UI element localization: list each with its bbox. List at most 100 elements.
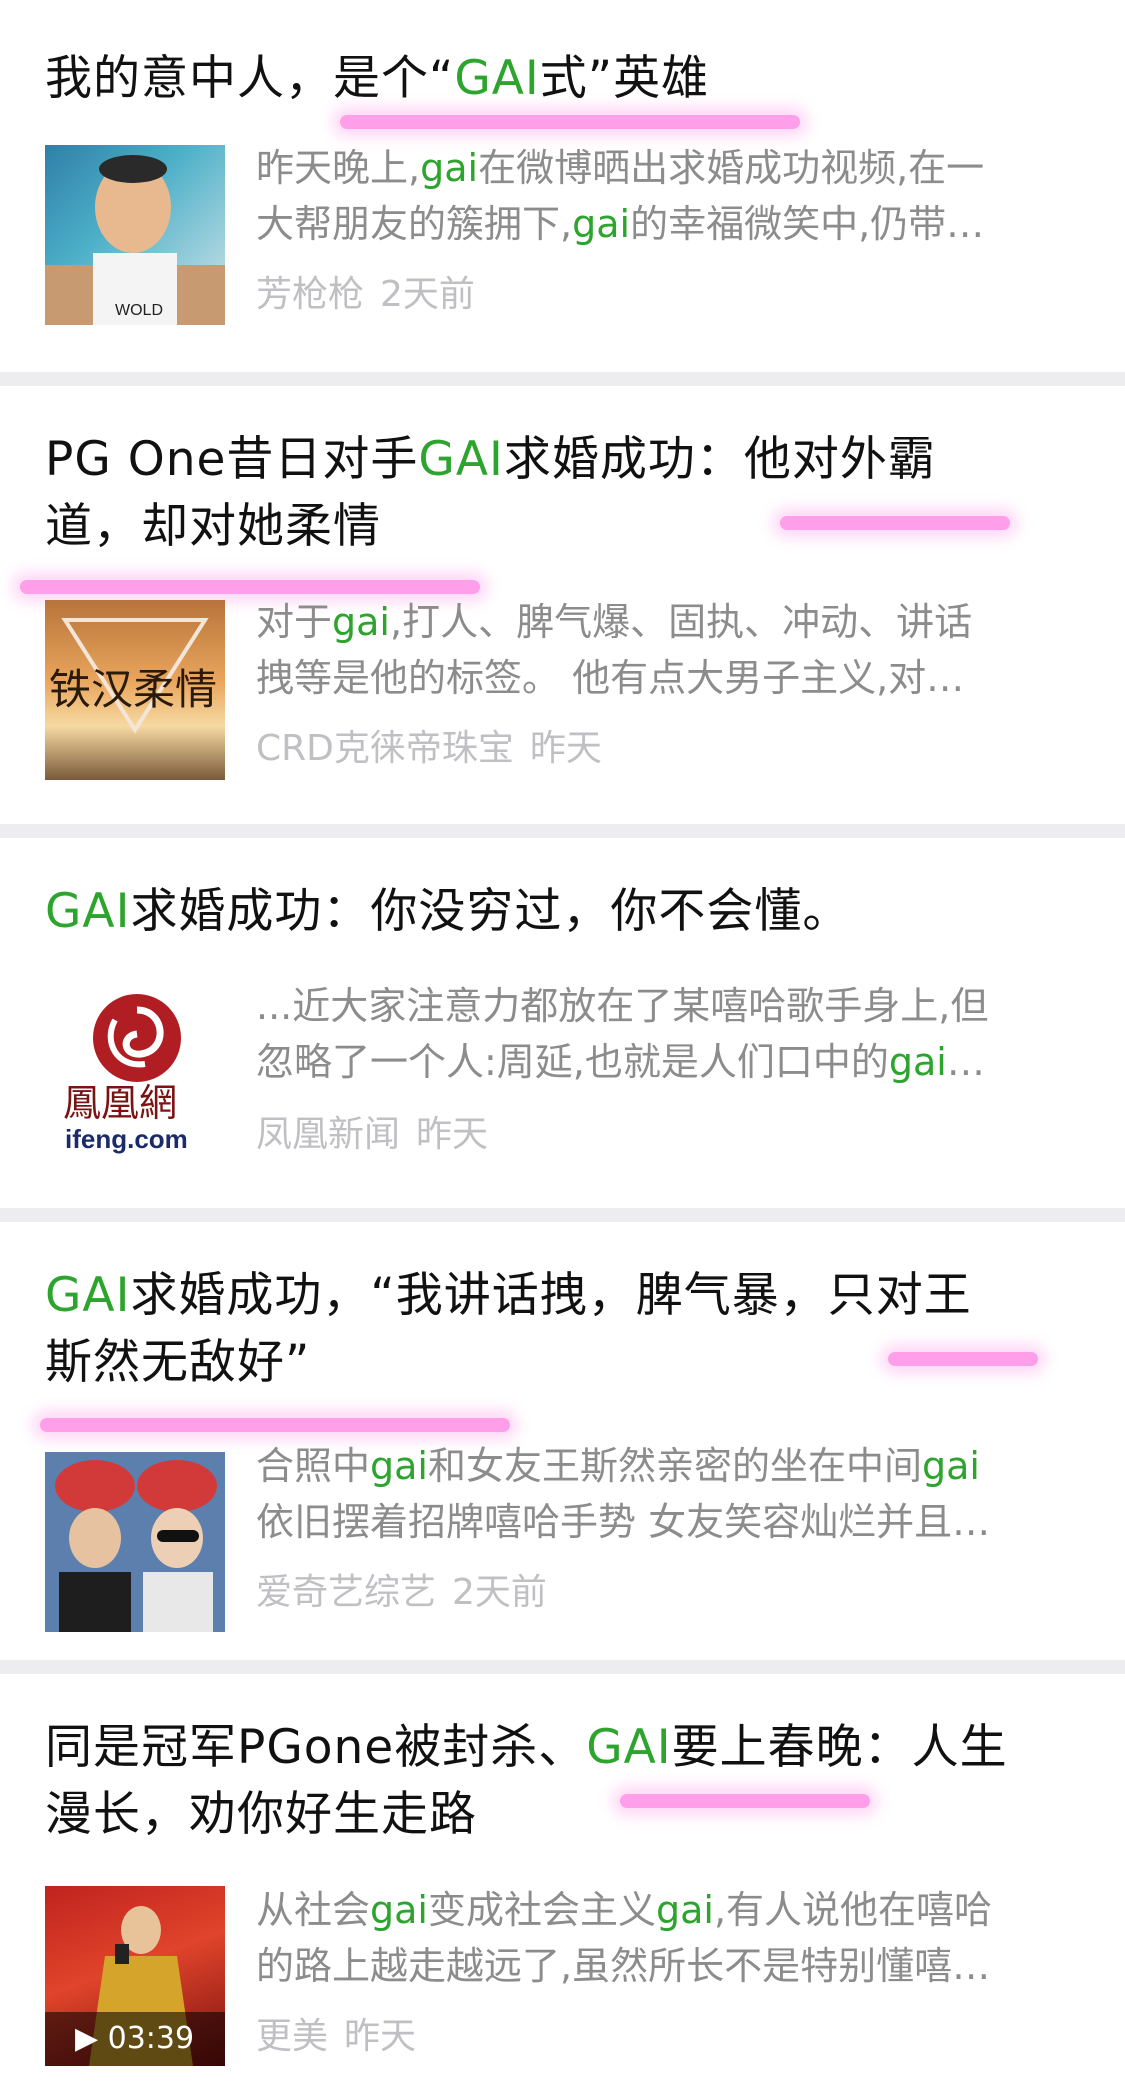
article-meta: 凤凰新闻 昨天 xyxy=(256,1110,488,1160)
thumbnail-caption: 铁汉柔情 xyxy=(49,665,217,714)
article-source: 凤凰新闻 xyxy=(256,1114,401,1155)
keyword-highlight: gai xyxy=(922,1444,980,1488)
text-segment: 大帮朋友的簇拥下, xyxy=(256,202,573,246)
text-segment: 道，却对她柔情 xyxy=(45,499,381,554)
keyword-highlight: gai xyxy=(656,1888,714,1932)
snippet-line: 合照中gai和女友王斯然亲密的坐在中间gai xyxy=(256,1438,1076,1494)
article-source: CRD克徕帝珠宝 xyxy=(256,728,514,769)
article-card[interactable]: PG One昔日对手GAI求婚成功：他对外霸道，却对她柔情 铁汉柔情 对于gai… xyxy=(0,386,1125,824)
keyword-highlight: GAI xyxy=(586,1720,672,1775)
text-segment: ...近大家注意力都放在了某嘻哈歌手身上,但 xyxy=(256,984,989,1028)
article-thumbnail[interactable]: ▶ 03:39 xyxy=(45,1886,225,2066)
video-duration: ▶ 03:39 xyxy=(45,2012,225,2066)
article-card[interactable]: 同是冠军PGone被封杀、GAI要上春晚：人生漫长，劝你好生走路 ▶ 03:39… xyxy=(0,1674,1125,2096)
text-segment: 昨天晚上, xyxy=(256,146,421,190)
article-thumbnail[interactable] xyxy=(45,1452,225,1632)
article-source: 更美 xyxy=(256,2016,329,2057)
text-segment: 对于 xyxy=(256,600,333,644)
text-segment: 漫长，劝你好生走路 xyxy=(45,1787,477,1842)
snippet-line: ...近大家注意力都放在了某嘻哈歌手身上,但 xyxy=(256,978,1076,1034)
couple-photo-thumbnail-icon xyxy=(45,1452,225,1632)
text-segment: 同是冠军PGone被封杀、 xyxy=(45,1720,587,1775)
ifeng-logo-domain: ifeng.com xyxy=(65,1124,188,1154)
article-time: 昨天 xyxy=(344,2016,417,2057)
snippet-line: 从社会gai变成社会主义gai,有人说他在嘻哈 xyxy=(256,1882,1076,1938)
pink-highlight-marker xyxy=(40,1418,510,1432)
text-segment: 和女友王斯然亲密的坐在中间 xyxy=(427,1444,922,1488)
text-segment: 的幸福微笑中,仍带… xyxy=(630,202,985,246)
text-segment: 斯然无敌好” xyxy=(45,1335,311,1390)
text-segment: 式”英雄 xyxy=(539,51,710,106)
pink-highlight-marker xyxy=(340,115,800,129)
snippet-line: 拽等是他的标签。 他有点大男子主义,对… xyxy=(256,650,1076,706)
text-segment: PG One昔日对手 xyxy=(45,432,419,487)
article-card[interactable]: 我的意中人，是个“GAI式”英雄 WOLD 昨天晚上,gai在微博晒出求婚成功视… xyxy=(0,0,1125,372)
text-segment: 求婚成功：他对外霸 xyxy=(503,432,936,487)
text-segment: ,打人、脾气爆、固执、冲动、讲话 xyxy=(389,600,973,644)
article-time: 昨天 xyxy=(416,1114,489,1155)
keyword-highlight: gai xyxy=(572,202,631,246)
snippet-line: 大帮朋友的簇拥下,gai的幸福微笑中,仍带… xyxy=(256,196,1076,252)
article-thumbnail[interactable]: 铁汉柔情 xyxy=(45,600,225,780)
article-title[interactable]: PG One昔日对手GAI求婚成功：他对外霸道，却对她柔情 xyxy=(45,426,1085,560)
article-snippet: 对于gai,打人、脾气爆、固执、冲动、讲话 拽等是他的标签。 他有点大男子主义,… xyxy=(256,594,1076,706)
snippet-line: 昨天晚上,gai在微博晒出求婚成功视频,在一 xyxy=(256,140,1076,196)
pink-highlight-marker xyxy=(20,580,480,594)
pink-highlight-marker xyxy=(888,1352,1038,1366)
keyword-highlight: GAI xyxy=(418,432,504,487)
article-snippet: 合照中gai和女友王斯然亲密的坐在中间gai 依旧摆着招牌嘻哈手势 女友笑容灿烂… xyxy=(256,1438,1076,1550)
pink-highlight-marker xyxy=(620,1794,870,1808)
text-segment: 要上春晚：人生 xyxy=(671,1720,1008,1775)
article-time: 2天前 xyxy=(452,1572,547,1613)
text-segment: 的路上越走越远了,虽然所长不是特别懂嘻… xyxy=(256,1944,991,1988)
article-source: 爱奇艺综艺 xyxy=(256,1572,437,1613)
article-title[interactable]: GAI求婚成功：你没穷过，你不会懂。 xyxy=(45,878,1085,945)
article-snippet: 昨天晚上,gai在微博晒出求婚成功视频,在一 大帮朋友的簇拥下,gai的幸福微笑… xyxy=(256,140,1076,252)
card-separator xyxy=(0,824,1125,838)
text-segment: … xyxy=(946,1040,985,1084)
text-segment: 忽略了一个人:周延,也就是人们口中的 xyxy=(256,1040,889,1084)
text-segment: 合照中 xyxy=(256,1444,371,1488)
sunset-poster-thumbnail-icon: 铁汉柔情 xyxy=(49,618,217,734)
article-snippet: 从社会gai变成社会主义gai,有人说他在嘻哈 的路上越走越远了,虽然所长不是特… xyxy=(256,1882,1076,1994)
article-card[interactable]: GAI求婚成功：你没穷过，你不会懂。 鳳凰網 ifeng.com ...近大家注… xyxy=(0,838,1125,1208)
article-card[interactable]: GAI求婚成功，“我讲话拽，脾气暴，只对王 斯然无敌好” 合照中gai和女友王斯然… xyxy=(0,1222,1125,1660)
snippet-line: 忽略了一个人:周延,也就是人们口中的gai… xyxy=(256,1034,1076,1090)
text-segment: 从社会 xyxy=(256,1888,371,1932)
snippet-line: 依旧摆着招牌嘻哈手势 女友笑容灿烂并且… xyxy=(256,1494,1076,1550)
snippet-line: 的路上越走越远了,虽然所长不是特别懂嘻… xyxy=(256,1938,1076,1994)
keyword-highlight: gai xyxy=(420,146,479,190)
article-meta: CRD克徕帝珠宝 昨天 xyxy=(256,724,602,774)
article-meta: 芳枪枪 2天前 xyxy=(256,270,475,320)
keyword-highlight: gai xyxy=(370,1444,428,1488)
article-meta: 爱奇艺综艺 2天前 xyxy=(256,1568,547,1618)
keyword-highlight: GAI xyxy=(45,1268,131,1323)
article-snippet: ...近大家注意力都放在了某嘻哈歌手身上,但 忽略了一个人:周延,也就是人们口中… xyxy=(256,978,1076,1090)
text-segment: 我的意中人，是个“ xyxy=(45,51,455,106)
svg-text:WOLD: WOLD xyxy=(115,302,163,319)
article-thumbnail[interactable]: 鳳凰網 ifeng.com xyxy=(45,980,225,1160)
keyword-highlight: GAI xyxy=(45,884,131,939)
text-segment: 依旧摆着招牌嘻哈手势 女友笑容灿烂并且… xyxy=(256,1500,991,1544)
text-segment: 求婚成功：你没穷过，你不会懂。 xyxy=(130,884,851,939)
text-segment: 拽等是他的标签。 他有点大男子主义,对… xyxy=(256,656,965,700)
keyword-highlight: GAI xyxy=(454,51,540,106)
article-title[interactable]: 我的意中人，是个“GAI式”英雄 xyxy=(45,45,1085,112)
keyword-highlight: gai xyxy=(332,600,390,644)
video-duration-label: 03:39 xyxy=(107,2021,195,2056)
article-thumbnail[interactable]: WOLD xyxy=(45,145,225,325)
article-title[interactable]: GAI求婚成功，“我讲话拽，脾气暴，只对王斯然无敌好” xyxy=(45,1262,1085,1396)
man-portrait-thumbnail-icon: WOLD xyxy=(45,155,225,325)
text-segment: 求婚成功，“我讲话拽，脾气暴，只对王 xyxy=(130,1268,972,1323)
pink-highlight-marker xyxy=(780,516,1010,530)
card-separator xyxy=(0,1208,1125,1222)
card-separator xyxy=(0,372,1125,386)
article-title[interactable]: 同是冠军PGone被封杀、GAI要上春晚：人生漫长，劝你好生走路 xyxy=(45,1714,1085,1848)
article-time: 昨天 xyxy=(529,728,602,769)
keyword-highlight: gai xyxy=(888,1040,947,1084)
keyword-highlight: gai xyxy=(370,1888,428,1932)
ifeng-logo-thumbnail-icon: 鳳凰網 ifeng.com xyxy=(63,994,188,1154)
article-time: 2天前 xyxy=(380,274,475,315)
ifeng-logo-chinese: 鳳凰網 xyxy=(63,1081,177,1125)
article-source: 芳枪枪 xyxy=(256,274,365,315)
